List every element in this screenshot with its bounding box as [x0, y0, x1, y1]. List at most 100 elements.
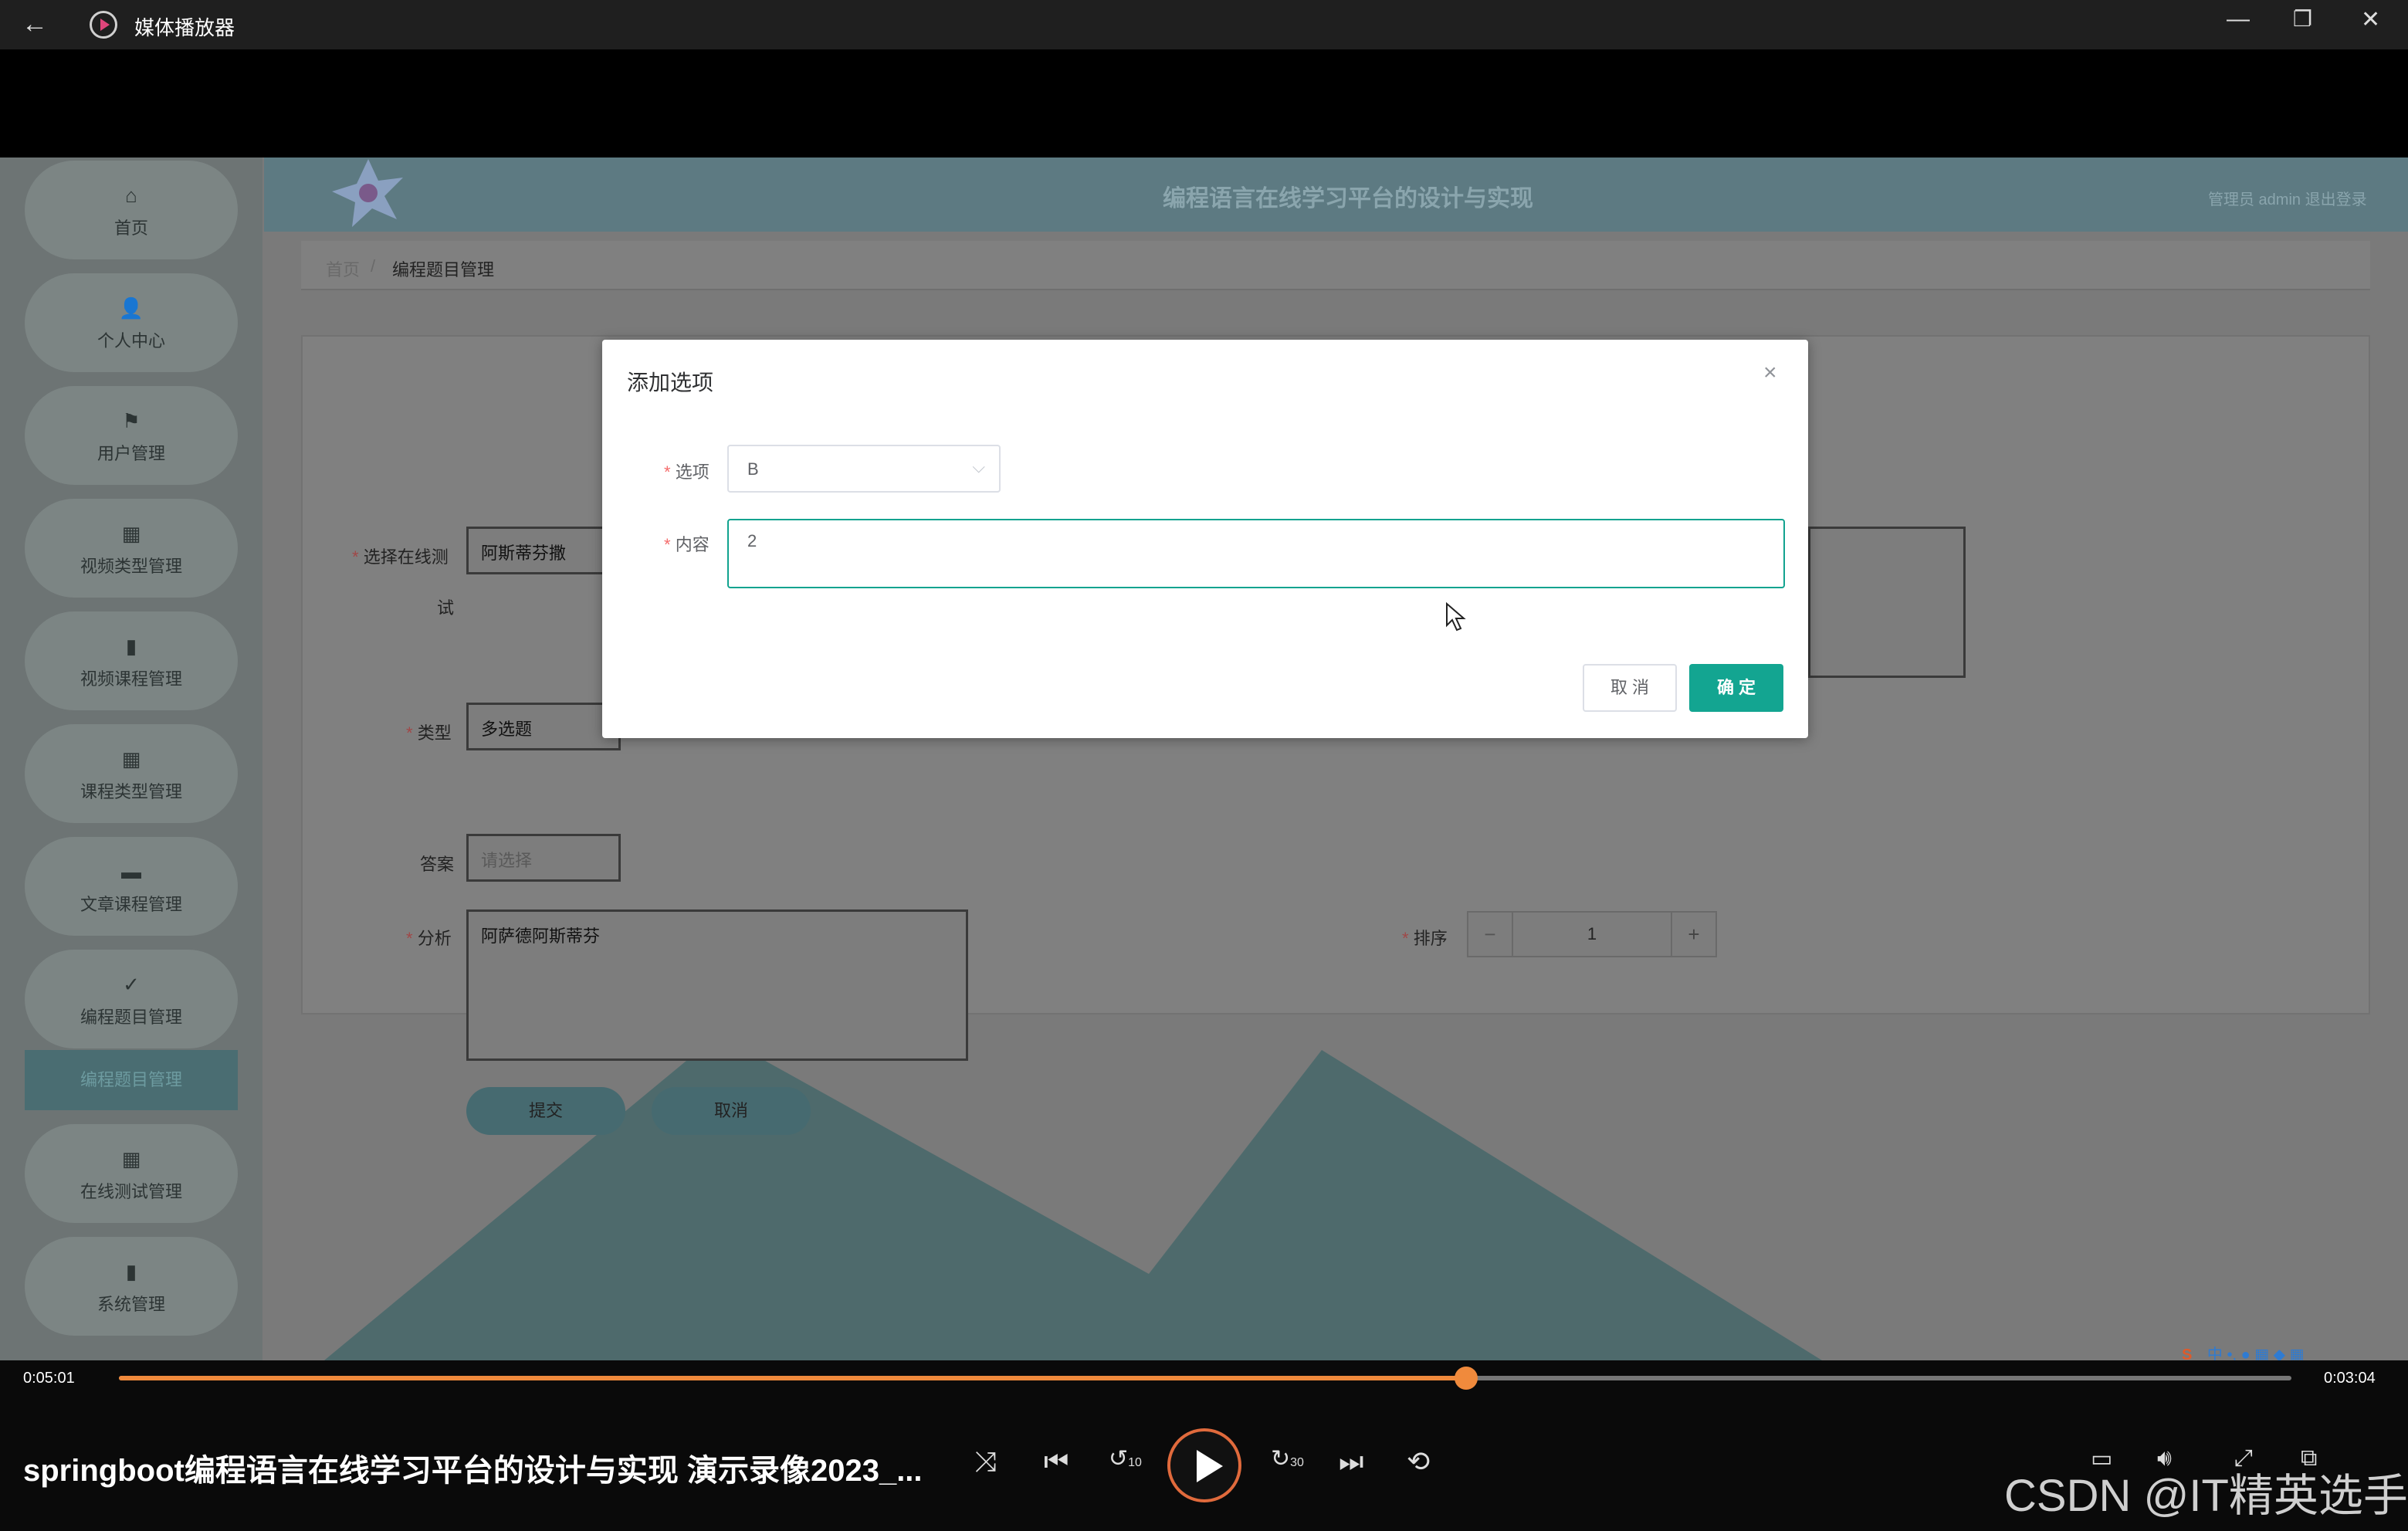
grid-icon: ▦: [121, 747, 141, 771]
bar-chart-icon: ▮: [125, 1260, 137, 1283]
skip-back-icon[interactable]: ↺10: [1109, 1445, 1142, 1472]
option-select-value: B: [747, 459, 759, 479]
sort-decrement-button[interactable]: −: [1468, 913, 1513, 956]
content-textarea[interactable]: 2: [727, 519, 1785, 588]
book-icon: ▮: [125, 635, 137, 658]
sidebar-item-label: 文章课程管理: [80, 895, 182, 914]
remaining-time: 0:03:04: [2324, 1370, 2376, 1387]
user-icon: 👤: [118, 296, 144, 320]
sidebar-item-label: 视频课程管理: [80, 669, 182, 689]
breadcrumb-current: 编程题目管理: [392, 260, 495, 279]
sort-label: * 排序: [1402, 929, 1448, 948]
elapsed-time: 0:05:01: [23, 1370, 75, 1387]
seek-bar-progress: [119, 1376, 1466, 1380]
sidebar-item-users[interactable]: ⚑ 用户管理: [25, 386, 238, 485]
sidebar-item-label: 首页: [113, 218, 148, 238]
shuffle-icon[interactable]: ⤨: [974, 1445, 997, 1478]
back-arrow-icon[interactable]: ←: [22, 9, 48, 39]
exam-label-continued: 试: [437, 598, 455, 618]
sidebar-item-home[interactable]: ⌂ 首页: [25, 161, 238, 259]
sidebar-item-label: 课程类型管理: [80, 782, 182, 801]
previous-track-icon[interactable]: ⏮: [1044, 1445, 1069, 1478]
repeat-icon[interactable]: ⟲: [1407, 1445, 1430, 1478]
clipboard-icon: ✓: [123, 973, 140, 996]
seek-bar-handle[interactable]: [1454, 1367, 1478, 1390]
right-textarea[interactable]: [1808, 527, 1966, 678]
analysis-textarea[interactable]: 阿萨德阿斯蒂芬: [466, 909, 968, 1061]
sidebar-item-profile[interactable]: 👤 个人中心: [25, 273, 238, 372]
option-label: * 选项: [664, 462, 710, 482]
exam-label: * 选择在线测: [352, 547, 449, 567]
answer-select[interactable]: 请选择: [466, 834, 621, 882]
form-cancel-button[interactable]: 取消: [652, 1087, 811, 1135]
mouse-cursor-icon: [1446, 602, 1466, 632]
content-label: * 内容: [664, 535, 710, 554]
sidebar-item-label: 视频类型管理: [80, 557, 182, 576]
breadcrumb-separator: /: [371, 256, 376, 276]
header-user-links[interactable]: 管理员 admin 退出登录: [2208, 187, 2367, 209]
sogou-ime-icon: S: [2182, 1346, 2193, 1360]
window-titlebar: ← 媒体播放器 — ❐ ✕: [0, 0, 2408, 49]
skip-forward-icon[interactable]: ↻30: [1271, 1445, 1304, 1472]
skip-forward-seconds: 30: [1290, 1456, 1304, 1469]
type-select[interactable]: 多选题: [466, 703, 621, 750]
ime-toolbar: S 中 •, ● ▦ ◆ ▦: [2182, 1342, 2408, 1360]
dialog-cancel-button[interactable]: 取 消: [1583, 664, 1677, 712]
sidebar-item-video-courses[interactable]: ▮ 视频课程管理: [25, 611, 238, 710]
sidebar-item-label: 在线测试管理: [80, 1182, 182, 1201]
briefcase-icon: ▬: [121, 860, 141, 883]
sort-label-text: 排序: [1413, 929, 1448, 948]
window-title: 媒体播放器: [134, 16, 235, 39]
csdn-watermark: CSDN @IT精英选手: [2004, 1471, 2408, 1521]
home-icon: ⌂: [125, 184, 137, 207]
skip-back-seconds: 10: [1128, 1456, 1142, 1469]
sidebar-subitem-programming-questions[interactable]: 编程题目管理: [25, 1050, 238, 1110]
dialog-title: 添加选项: [627, 371, 714, 395]
sidebar-item-system[interactable]: ▮ 系统管理: [25, 1237, 238, 1336]
sort-increment-button[interactable]: +: [1671, 913, 1715, 956]
chevron-down-icon: ⌵: [972, 457, 985, 476]
option-label-text: 选项: [675, 462, 710, 482]
sidebar-item-course-types[interactable]: ▦ 课程类型管理: [25, 724, 238, 823]
grid-icon: ▦: [121, 1147, 141, 1170]
sidebar-item-label: 编程题目管理: [80, 1008, 182, 1027]
sidebar-item-video-types[interactable]: ▦ 视频类型管理: [25, 499, 238, 598]
flower-decoration-icon: [332, 159, 403, 227]
play-button[interactable]: [1167, 1428, 1241, 1502]
flag-icon: ⚑: [122, 409, 141, 432]
add-option-dialog: 添加选项 × * 选项 B ⌵ * 内容 2 取 消 确 定: [602, 340, 1808, 738]
sidebar-item-label: 用户管理: [97, 444, 165, 463]
restore-button[interactable]: ❐: [2293, 6, 2312, 32]
dialog-close-icon[interactable]: ×: [1763, 360, 1777, 386]
minimize-button[interactable]: —: [2227, 6, 2250, 32]
content-label-text: 内容: [675, 535, 710, 554]
type-label: * 类型: [406, 723, 452, 743]
dialog-confirm-button[interactable]: 确 定: [1689, 664, 1783, 712]
sidebar-item-programming-questions[interactable]: ✓ 编程题目管理: [25, 950, 238, 1048]
sort-value[interactable]: 1: [1513, 913, 1671, 956]
seek-bar[interactable]: [119, 1367, 2291, 1390]
close-window-button[interactable]: ✕: [2361, 6, 2380, 33]
type-label-text: 类型: [417, 723, 452, 743]
submit-button[interactable]: 提交: [466, 1087, 625, 1135]
sort-stepper[interactable]: − 1 +: [1467, 911, 1717, 957]
header-title: 编程语言在线学习平台的设计与实现: [1163, 186, 1533, 212]
sidebar: ⌂ 首页 👤 个人中心 ⚑ 用户管理 ▦ 视频类型管理 ▮ 视频课程管理 ▦ 课…: [0, 158, 262, 1360]
option-select[interactable]: B ⌵: [727, 445, 1001, 493]
player-controls: 0:05:01 0:03:04 springboot编程语言在线学习平台的设计与…: [0, 1360, 2408, 1531]
exam-select[interactable]: 阿斯蒂芬撒: [466, 527, 621, 574]
answer-label: 答案: [420, 855, 455, 874]
breadcrumb-home[interactable]: 首页: [326, 256, 360, 281]
breadcrumb: 首页 / 编程题目管理: [301, 241, 2370, 290]
ime-status-icons: 中 •, ● ▦ ◆ ▦: [2206, 1346, 2305, 1360]
sidebar-item-label: 系统管理: [97, 1295, 165, 1314]
app-header: 编程语言在线学习平台的设计与实现 管理员 admin 退出登录: [264, 158, 2408, 232]
sidebar-item-label: 个人中心: [97, 331, 165, 351]
next-track-icon[interactable]: ⏭: [1339, 1445, 1363, 1478]
video-title: springboot编程语言在线学习平台的设计与实现 演示录像2023_...: [23, 1454, 923, 1488]
sidebar-item-online-tests[interactable]: ▦ 在线测试管理: [25, 1124, 238, 1223]
video-frame[interactable]: 编程语言在线学习平台的设计与实现 管理员 admin 退出登录 ⌂ 首页 👤 个…: [0, 158, 2408, 1360]
exam-label-text: 选择在线测: [363, 547, 449, 567]
media-player-app-icon: [90, 11, 117, 39]
sidebar-item-article-courses[interactable]: ▬ 文章课程管理: [25, 837, 238, 936]
